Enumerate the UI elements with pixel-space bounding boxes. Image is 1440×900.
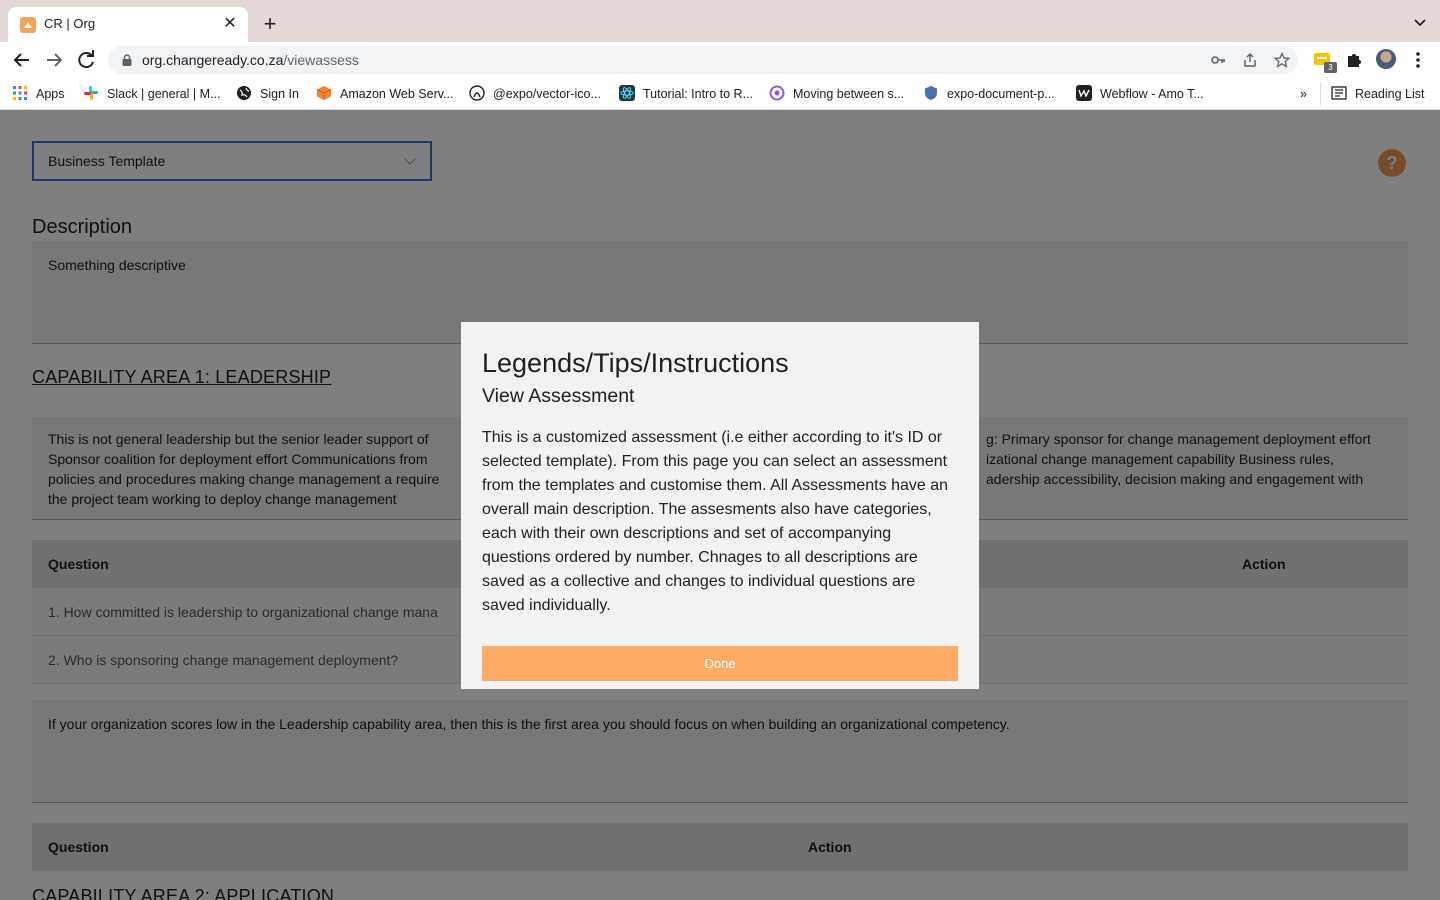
bookmark-expo-vector-icons[interactable]: @expo/vector-ico... [469, 85, 601, 103]
site-favicon-icon [20, 17, 36, 33]
bookmark-sign-in[interactable]: Sign In [236, 85, 299, 103]
new-tab-icon[interactable]: + [258, 13, 282, 37]
extension-badge: 3 [1324, 62, 1337, 73]
shield-icon [925, 86, 937, 100]
browser-toolbar: org.changeready.co.za/viewassess [0, 42, 1440, 78]
bookmark-moving-between[interactable]: Moving between s... [769, 85, 904, 103]
globe-icon [237, 86, 251, 100]
reading-list-icon [1331, 86, 1347, 100]
webflow-icon [1076, 85, 1092, 101]
react-icon [619, 85, 635, 101]
more-bookmarks-chevron-icon[interactable]: » [1300, 85, 1307, 103]
bookmarks-divider [1320, 83, 1321, 105]
tab-strip: CR | Org ✕ + [0, 0, 1440, 42]
address-bar[interactable]: org.changeready.co.za/viewassess [108, 46, 1298, 74]
forward-arrow-icon[interactable] [42, 48, 66, 72]
more-menu-icon[interactable] [1408, 50, 1428, 70]
done-button[interactable]: Done [482, 646, 958, 681]
modal-subtitle: View Assessment [482, 385, 635, 407]
modal-body-text: This is a customized assessment (i.e eit… [482, 429, 948, 614]
circle-icon [769, 85, 785, 101]
lock-icon[interactable] [122, 54, 132, 66]
reading-list-button[interactable]: Reading List [1331, 85, 1425, 103]
slack-icon [84, 86, 98, 100]
back-arrow-icon[interactable] [10, 48, 34, 72]
url-text[interactable]: org.changeready.co.za/viewassess [142, 52, 359, 68]
bookmark-apps[interactable]: Apps [12, 85, 65, 103]
profile-avatar[interactable] [1376, 49, 1396, 69]
tab-title: CR | Org [44, 16, 96, 31]
bookmark-webflow[interactable]: Webflow - Amo T... [1076, 85, 1204, 103]
bookmark-react-tutorial[interactable]: Tutorial: Intro to R... [619, 85, 753, 103]
aws-cube-icon [316, 86, 332, 100]
bookmark-slack[interactable]: Slack | general | M... [83, 85, 220, 103]
instructions-modal: Legends/Tips/Instructions View Assessmen… [461, 322, 979, 689]
apps-grid-icon [13, 86, 27, 100]
bookmark-star-icon[interactable] [1274, 52, 1290, 68]
bookmark-aws[interactable]: Amazon Web Serv... [316, 85, 453, 103]
share-icon[interactable] [1242, 52, 1258, 68]
key-icon[interactable] [1210, 52, 1226, 68]
github-icon [469, 85, 485, 101]
bookmarks-bar: Apps Slack | general | M... Sign In Amaz… [0, 78, 1440, 110]
modal-title: Legends/Tips/Instructions [482, 348, 789, 378]
close-tab-icon[interactable]: ✕ [220, 14, 240, 34]
browser-tab[interactable]: CR | Org ✕ [8, 7, 248, 42]
bookmark-expo-document[interactable]: expo-document-p... [923, 85, 1055, 103]
reload-icon[interactable] [74, 48, 98, 72]
extensions-puzzle-icon[interactable] [1344, 50, 1364, 70]
tab-search-chevron-icon[interactable] [1412, 14, 1428, 30]
